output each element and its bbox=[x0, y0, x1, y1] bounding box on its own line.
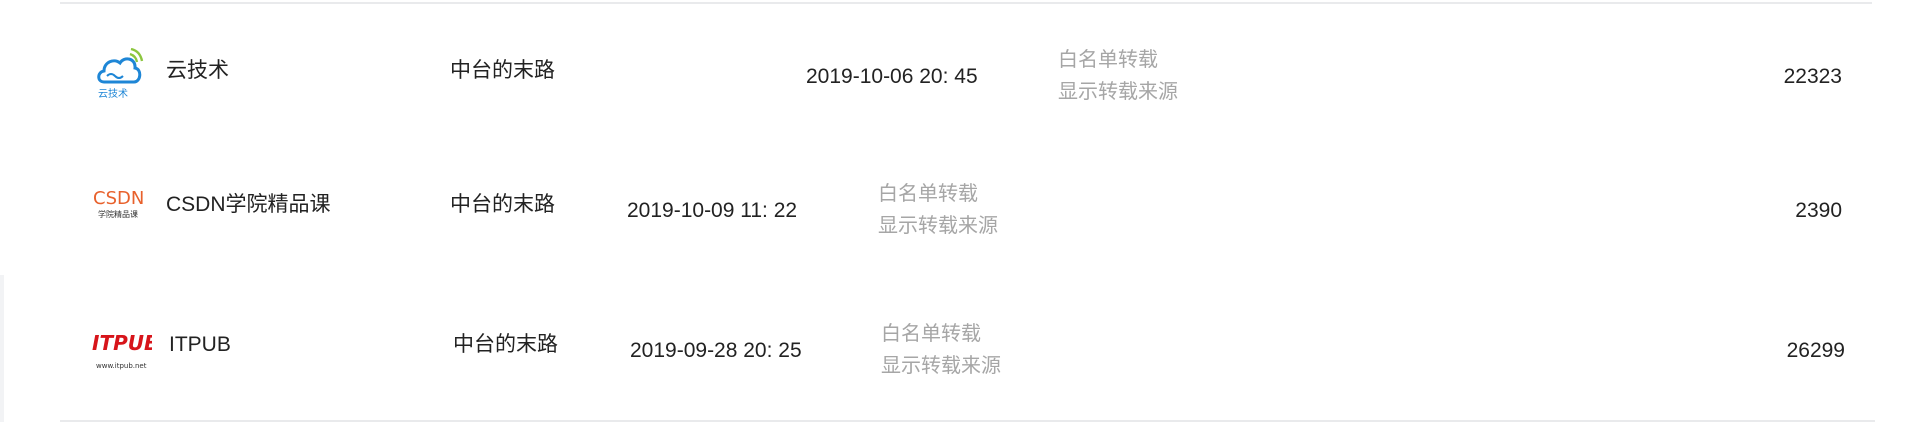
table-row[interactable]: 云技术 云技术 中台的末路 2019-10-06 20: 45 白名单转载 显示… bbox=[0, 18, 1920, 138]
table-row[interactable]: CSDN 学院精品课 CSDN学院精品课 中台的末路 2019-10-09 11… bbox=[0, 152, 1920, 272]
reprint-status: 白名单转载 显示转载来源 bbox=[878, 178, 998, 242]
csdn-logo-icon: CSDN 学院精品课 bbox=[92, 186, 144, 236]
top-divider bbox=[60, 2, 1872, 4]
show-source-label: 显示转载来源 bbox=[878, 215, 998, 237]
view-count: 2390 bbox=[1795, 199, 1842, 222]
reprint-list: 云技术 云技术 中台的末路 2019-10-06 20: 45 白名单转载 显示… bbox=[0, 0, 1920, 422]
reprint-status: 白名单转载 显示转载来源 bbox=[881, 318, 1001, 382]
author-name: 中台的末路 bbox=[453, 333, 558, 356]
source-name[interactable]: ITPUB bbox=[169, 332, 231, 358]
cloud-tech-logo-icon: 云技术 bbox=[94, 47, 144, 100]
show-source-label: 显示转载来源 bbox=[1058, 81, 1178, 103]
itpub-logo-icon: ITPUB www.itpub.net bbox=[92, 326, 159, 376]
csdn-logo-text: CSDN bbox=[93, 188, 144, 209]
view-count: 26299 bbox=[1786, 339, 1845, 362]
whitelist-reprint-label: 白名单转载 bbox=[878, 183, 978, 205]
author-name: 中台的末路 bbox=[450, 59, 555, 82]
author-name: 中台的末路 bbox=[450, 193, 555, 216]
whitelist-reprint-label: 白名单转载 bbox=[1058, 49, 1158, 71]
publish-date: 2019-09-28 20: 25 bbox=[630, 339, 802, 362]
itpub-logo-subtext: www.itpub.net bbox=[96, 362, 147, 370]
show-source-label: 显示转载来源 bbox=[881, 355, 1001, 377]
publish-date: 2019-10-06 20: 45 bbox=[806, 65, 978, 88]
source-name[interactable]: 云技术 bbox=[166, 58, 229, 84]
source-name[interactable]: CSDN学院精品课 bbox=[166, 192, 331, 218]
view-count: 22323 bbox=[1783, 65, 1842, 88]
cloud-tech-logo-text: 云技术 bbox=[98, 87, 128, 100]
table-row[interactable]: ITPUB www.itpub.net ITPUB 中台的末路 2019-09-… bbox=[0, 292, 1920, 412]
publish-date: 2019-10-09 11: 22 bbox=[627, 199, 798, 222]
whitelist-reprint-label: 白名单转载 bbox=[881, 323, 981, 345]
reprint-status: 白名单转载 显示转载来源 bbox=[1058, 44, 1178, 108]
csdn-logo-subtext: 学院精品课 bbox=[98, 209, 138, 219]
itpub-logo-text: ITPUB bbox=[92, 331, 152, 355]
